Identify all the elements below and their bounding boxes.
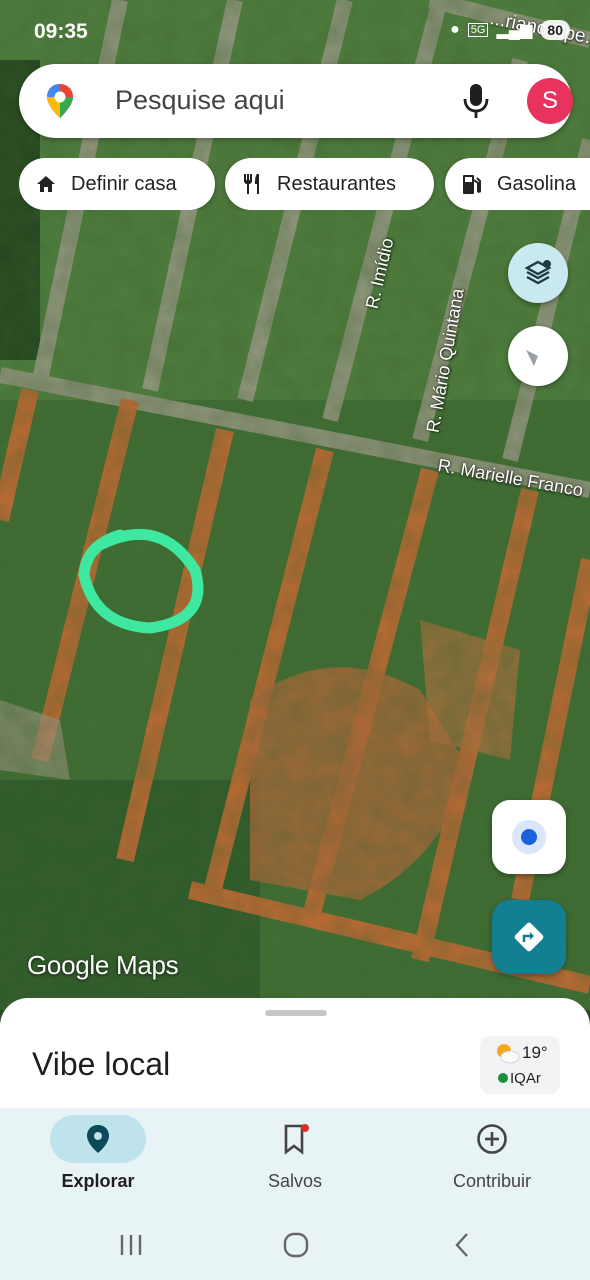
partly-cloudy-icon [497,1044,520,1064]
chip-label: Definir casa [71,172,177,195]
signal-icon: ▂▄▆ [496,22,533,39]
fork-knife-icon [239,171,265,197]
directions-icon [514,922,544,952]
satellite-map[interactable]: R. Imídio R. Mário Quintana R. Marielle … [0,0,590,1010]
directions-button[interactable] [492,900,566,974]
account-avatar[interactable]: S [527,78,573,124]
my-location-button[interactable] [492,800,566,874]
temperature: 19° [522,1043,548,1062]
air-quality-dot-icon [498,1073,508,1083]
search-bar[interactable]: Pesquise aqui S [19,64,573,138]
gas-station-icon [459,171,485,197]
status-icons: ● 5G ▂▄▆ 80 [450,20,570,40]
google-maps-logo: Google Maps [27,950,179,980]
my-location-icon [512,820,546,854]
system-navigation-bar [0,1210,590,1280]
weather-widget[interactable]: 19° IQAr [480,1036,560,1094]
plus-circle-icon [444,1115,540,1163]
sheet-title: Vibe local [32,1046,171,1082]
compass-icon [526,350,550,366]
bottom-sheet[interactable]: Vibe local 19° IQAr [0,998,590,1110]
location-pin-icon [50,1115,146,1163]
network-type-icon: 5G [467,23,489,37]
microphone-icon[interactable] [461,82,491,120]
chip-label: Restaurantes [277,172,396,195]
bottom-navigation: Explorar Salvos Contribuir [0,1108,590,1210]
chip-gasolina[interactable]: Gasolina [445,158,590,210]
home-circle-icon [283,1232,309,1258]
nav-label: Contribuir [452,1171,532,1191]
status-time: 09:35 [34,20,88,43]
compass-button[interactable] [508,326,568,386]
nav-contribuir[interactable]: Contribuir [394,1108,590,1210]
back-button[interactable] [442,1228,482,1262]
layers-icon [524,260,552,285]
nav-label: Salvos [267,1171,323,1191]
maps-pin-logo-icon [47,84,73,118]
back-chevron-icon [455,1233,468,1257]
category-chips: Definir casa Restaurantes Gasolina [19,158,590,210]
location-status-icon: ● [450,21,460,38]
sheet-drag-handle[interactable] [265,1010,327,1016]
chip-restaurantes[interactable]: Restaurantes [225,158,434,210]
air-quality-label: IQAr [510,1070,541,1087]
layers-button[interactable] [508,243,568,303]
home-button[interactable] [276,1228,316,1262]
status-bar: 09:35 ● 5G ▂▄▆ 80 [0,0,590,64]
home-icon [33,171,59,197]
chip-label: Gasolina [497,172,576,195]
bookmark-icon [247,1115,343,1163]
nav-salvos[interactable]: Salvos [197,1108,393,1210]
battery-level: 80 [540,20,570,40]
search-input[interactable]: Pesquise aqui [115,85,285,116]
recent-apps-button[interactable] [111,1228,151,1262]
chip-definir-casa[interactable]: Definir casa [19,158,215,210]
nav-explorar[interactable]: Explorar [0,1108,196,1210]
nav-label: Explorar [61,1171,135,1191]
recent-apps-icon [120,1235,142,1255]
